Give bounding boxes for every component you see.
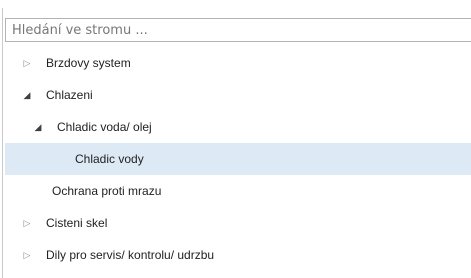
tree-item-chladic-vody[interactable]: Chladic vody [5,143,471,175]
tree-item-label: Dily pro servis/ kontrolu/ udrzbu [46,248,215,262]
expand-arrow-icon[interactable]: ▷ [20,58,34,69]
tree-item-ochrana-proti-mrazu[interactable]: Ochrana proti mrazu [5,175,471,207]
category-tree: ▷ Brzdovy system ◢ Chlazeni ◢ Chladic vo… [5,47,471,278]
tree-item-cisteni-skel[interactable]: ▷ Cisteni skel [5,207,471,239]
panel-border [2,8,3,278]
collapse-arrow-icon[interactable]: ◢ [31,122,45,133]
tree-item-chlazeni[interactable]: ◢ Chlazeni [5,79,471,111]
tree-item-label: Chladic vody [75,152,144,166]
tree-item-label: Ochrana proti mrazu [52,184,162,198]
expand-arrow-icon[interactable]: ▷ [20,250,34,261]
tree-item-brzdovy-system[interactable]: ▷ Brzdovy system [5,47,471,79]
expand-arrow-icon[interactable]: ▷ [20,218,34,229]
tree-panel: ▷ Brzdovy system ◢ Chlazeni ◢ Chladic vo… [0,0,471,278]
tree-item-label: Chlazeni [46,88,93,102]
tree-item-chladic-voda-olej[interactable]: ◢ Chladic voda/ olej [5,111,471,143]
tree-item-label: Brzdovy system [46,56,131,70]
tree-item-dily-pro-servis[interactable]: ▷ Dily pro servis/ kontrolu/ udrzbu [5,239,471,271]
tree-search-input[interactable] [5,18,471,42]
tree-item-label: Chladic voda/ olej [57,120,152,134]
tree-item-label: Cisteni skel [46,216,108,230]
collapse-arrow-icon[interactable]: ◢ [20,90,34,101]
